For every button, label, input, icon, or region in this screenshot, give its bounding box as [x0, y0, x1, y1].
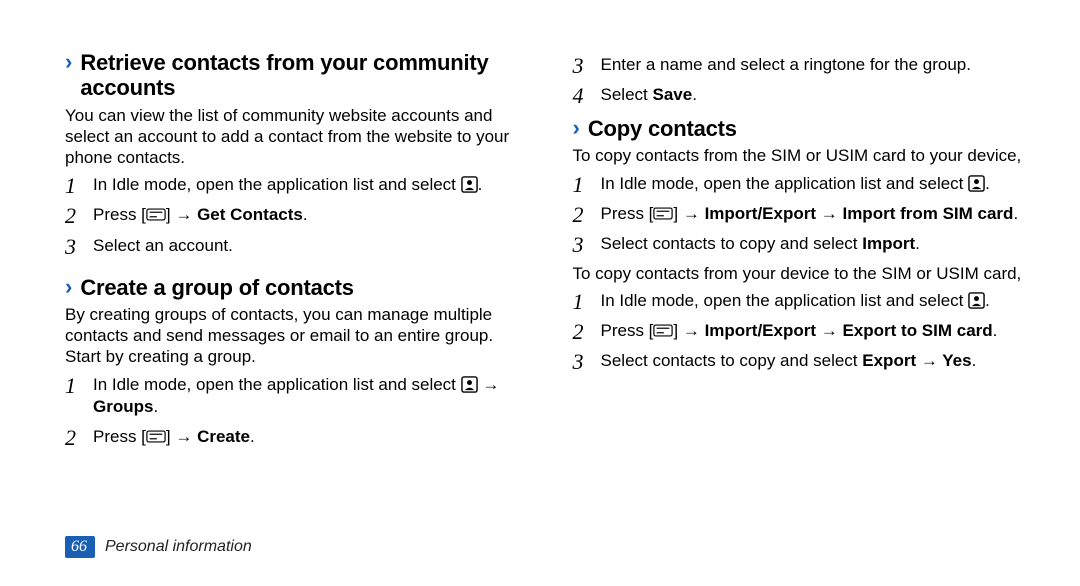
step-item: Select contacts to copy and select Expor… [573, 350, 1026, 372]
menu-icon [653, 207, 673, 220]
section-intro: To copy contacts from your device to the… [573, 263, 1026, 284]
step-item: Press [] → Get Contacts. [65, 204, 518, 226]
section-copy-contacts: › Copy contacts To copy contacts from th… [573, 116, 1026, 372]
step-item: In Idle mode, open the application list … [573, 173, 1026, 195]
step-item: Select an account. [65, 235, 518, 257]
contact-icon [968, 175, 985, 192]
step-item: Select Save. [573, 84, 1026, 106]
step-item: Press [] → Create. [65, 426, 518, 448]
section-create-group: › Create a group of contacts By creating… [65, 275, 518, 448]
section-title: Create a group of contacts [80, 275, 354, 300]
section-intro: To copy contacts from the SIM or USIM ca… [573, 145, 1026, 166]
chevron-icon: › [573, 116, 580, 140]
menu-icon [146, 208, 166, 221]
step-item: In Idle mode, open the application list … [573, 290, 1026, 312]
right-column: Enter a name and select a ringtone for t… [573, 50, 1026, 520]
section-intro: You can view the list of community websi… [65, 105, 518, 169]
step-item: Press [] → Import/Export → Export to SIM… [573, 320, 1026, 342]
footer-label: Personal information [105, 538, 252, 556]
step-item: In Idle mode, open the application list … [65, 374, 518, 418]
left-column: › Retrieve contacts from your community … [65, 50, 518, 520]
section-retrieve-contacts: › Retrieve contacts from your community … [65, 50, 518, 257]
menu-icon [146, 430, 166, 443]
steps-list: In Idle mode, open the application list … [65, 374, 518, 448]
step-item: Press [] → Import/Export → Import from S… [573, 203, 1026, 225]
step-item: Enter a name and select a ringtone for t… [573, 54, 1026, 76]
section-title: Retrieve contacts from your community ac… [80, 50, 517, 101]
chevron-icon: › [65, 275, 72, 299]
steps-list-continued: Enter a name and select a ringtone for t… [573, 54, 1026, 106]
contact-icon [461, 376, 478, 393]
steps-list: In Idle mode, open the application list … [573, 290, 1026, 372]
contact-icon [968, 292, 985, 309]
step-item: Select contacts to copy and select Impor… [573, 233, 1026, 255]
section-intro: By creating groups of contacts, you can … [65, 304, 518, 368]
steps-list: In Idle mode, open the application list … [573, 173, 1026, 255]
chevron-icon: › [65, 50, 72, 74]
section-title: Copy contacts [588, 116, 737, 141]
menu-icon [653, 324, 673, 337]
step-item: In Idle mode, open the application list … [65, 174, 518, 196]
page-number: 66 [65, 536, 95, 558]
steps-list: In Idle mode, open the application list … [65, 174, 518, 256]
contact-icon [461, 176, 478, 193]
page-footer: 66 Personal information [65, 536, 252, 558]
